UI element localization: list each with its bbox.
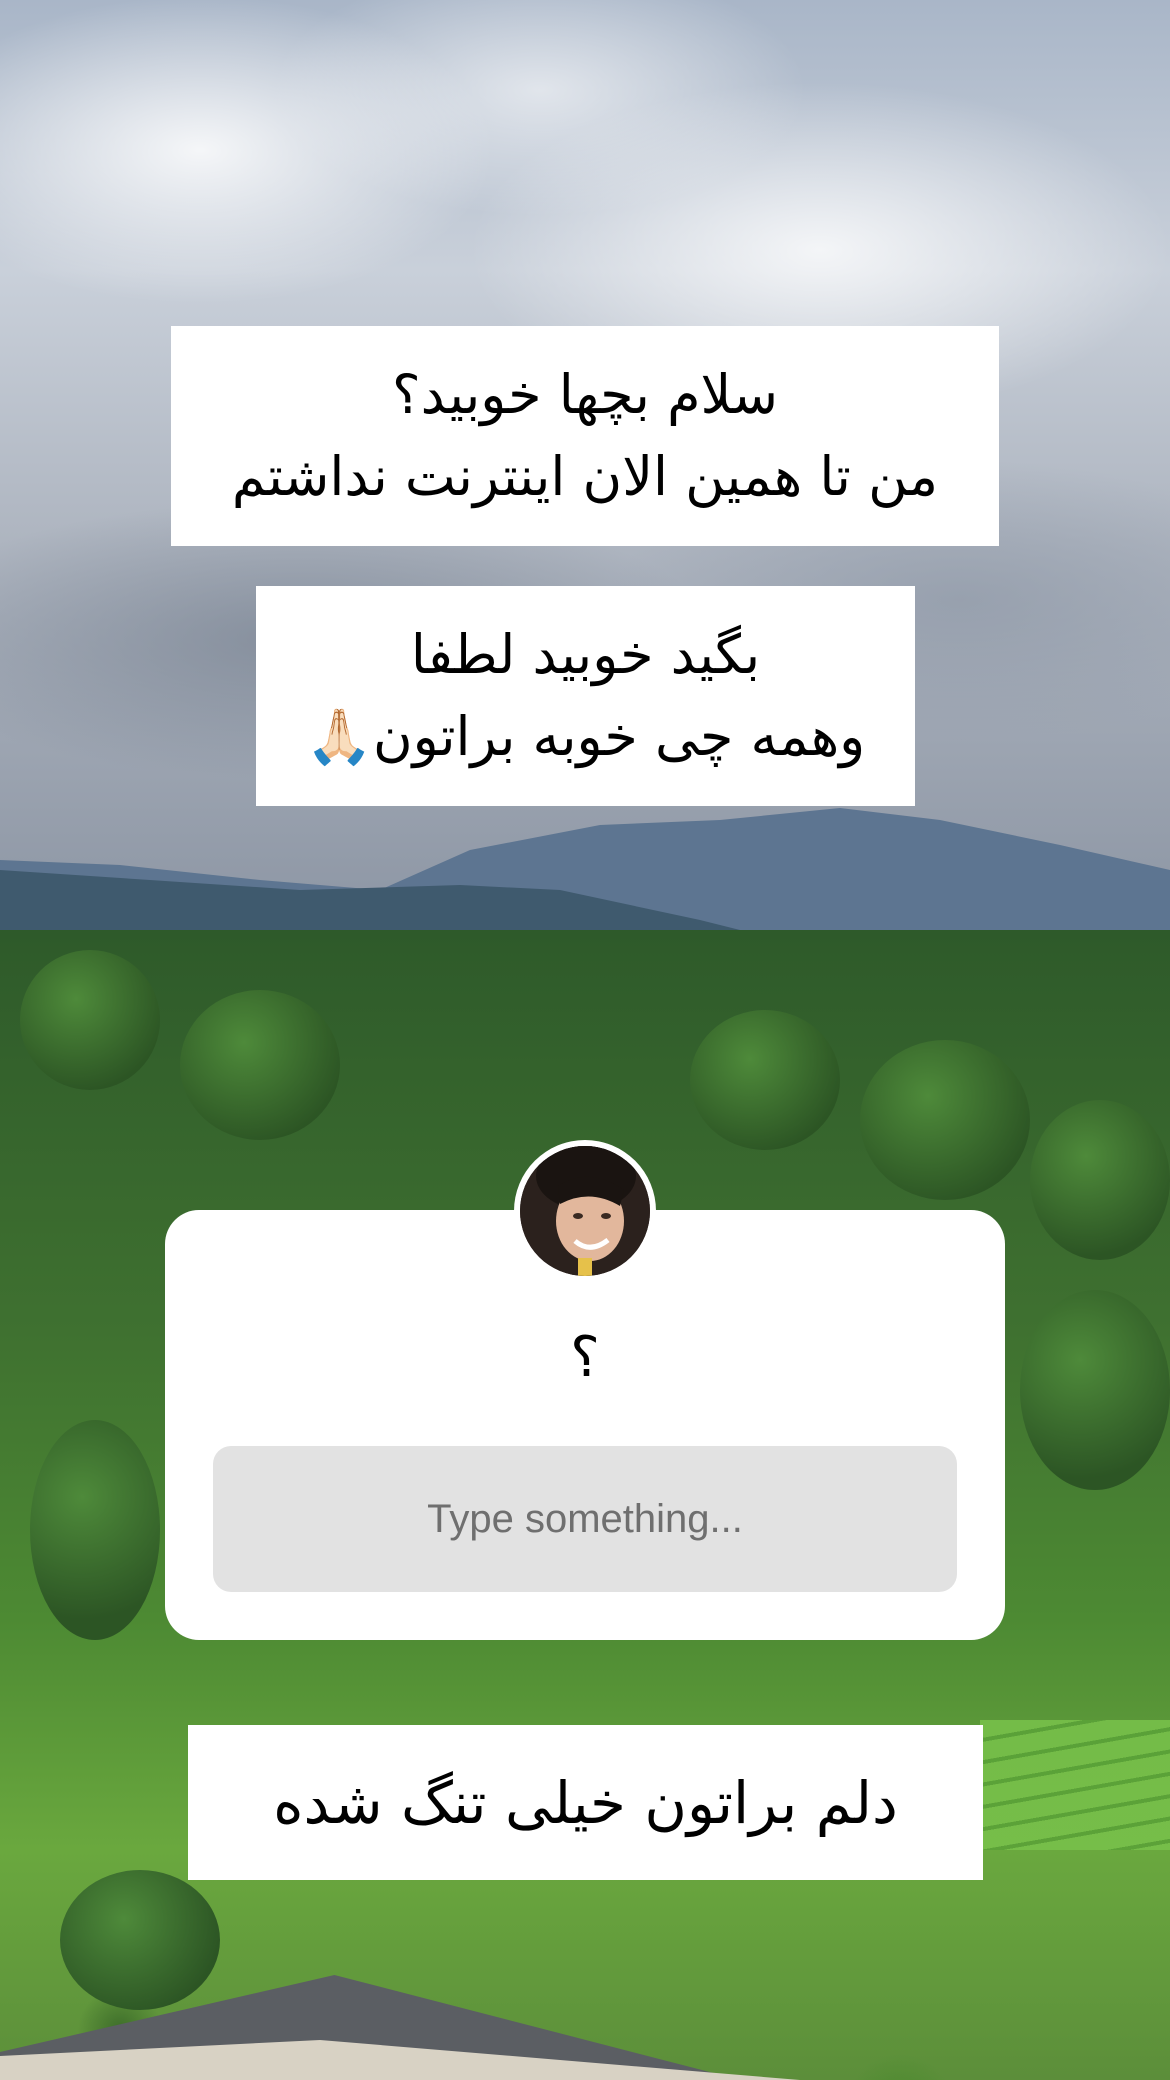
question-title: ؟ [570,1325,600,1390]
tree [1020,1290,1170,1490]
story-text-line: بگید خوبید لطفا [410,623,761,686]
story-text-box-request[interactable]: بگید خوبید لطفا وهمه چی خوبه براتون🙏🏻 [256,586,915,806]
avatar [520,1146,650,1276]
story-text-line: سلام بچها خوبید؟ [391,363,779,426]
answer-input[interactable] [213,1446,957,1592]
tree [20,950,160,1090]
story-text-box-miss-you[interactable]: دلم براتون خیلی تنگ شده [188,1725,983,1880]
tree [860,1040,1030,1200]
tree [690,1010,840,1150]
profile-avatar-icon [520,1146,650,1276]
story-text-box-greeting[interactable]: سلام بچها خوبید؟ من تا همین الان اینترنت… [171,326,999,546]
tree [60,1870,220,2010]
story-text-line: وهمه چی خوبه براتون🙏🏻 [305,705,866,768]
tree [1030,1100,1170,1260]
rice-field [980,1720,1170,1850]
story-text-line: من تا همین الان اینترنت نداشتم [231,445,939,508]
tree [180,990,340,1140]
tree [30,1420,160,1640]
story-text-line: دلم براتون خیلی تنگ شده [273,1768,898,1837]
